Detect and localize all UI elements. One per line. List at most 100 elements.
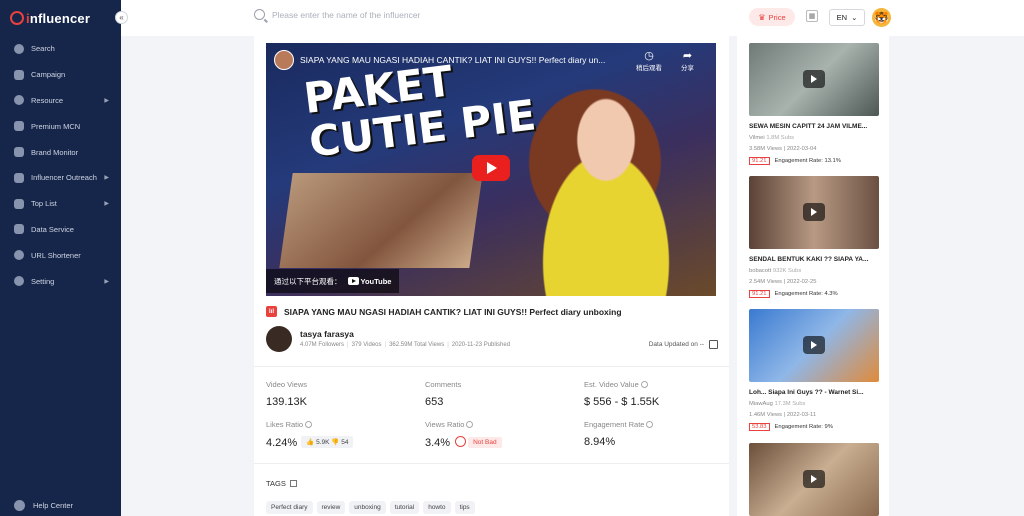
sad-face-icon bbox=[455, 436, 467, 447]
language-select[interactable]: EN ⌄ bbox=[829, 9, 865, 26]
tag-chip[interactable]: howto bbox=[423, 501, 451, 514]
share-button[interactable]: ➦ 分享 bbox=[681, 49, 694, 72]
divider bbox=[254, 463, 729, 464]
youtube-logo: YouTube bbox=[347, 277, 391, 286]
youtube-play-icon bbox=[347, 277, 359, 285]
watch-on-youtube-bar[interactable]: 通过以下平台观看： YouTube bbox=[266, 269, 400, 293]
badge-icon bbox=[14, 147, 24, 158]
tag-chip[interactable]: review bbox=[316, 501, 346, 514]
sidebar-item-brand-monitor[interactable]: Brand Monitor bbox=[0, 139, 121, 165]
related-thumbnail[interactable] bbox=[749, 443, 879, 516]
views-ratio-badge: Not Bad bbox=[468, 437, 502, 448]
related-videos: SEWA MESIN CAPITT 24 JAM VILME... Vilmei… bbox=[737, 36, 889, 516]
play-icon bbox=[803, 470, 825, 488]
stat-video-views: Video Views 139.13K bbox=[266, 380, 308, 408]
crown-icon: ♛ bbox=[758, 12, 766, 22]
related-video-card[interactable]: SEWA MESIN CAPITT 24 JAM VILME... Vilmei… bbox=[749, 43, 879, 165]
related-meta: 2.54M Views | 2022-02-25 bbox=[749, 279, 817, 285]
creator-name[interactable]: tasya farasya bbox=[300, 329, 354, 339]
divider bbox=[254, 366, 729, 367]
related-thumbnail[interactable] bbox=[749, 309, 879, 382]
sidebar-nav: Search Campaign Resource ▶ Premium MCN Br… bbox=[0, 36, 121, 294]
creator-info: tasya farasya 4.07M Followers | 379 Videos… bbox=[266, 326, 718, 354]
sidebar-item-search[interactable]: Search bbox=[0, 36, 121, 62]
play-icon bbox=[803, 336, 825, 354]
tags-section: TAGS Perfect diary review unboxing tutorial… bbox=[266, 479, 479, 514]
related-video-card[interactable]: SENDAL BENTUK KAKI ?? SIAPA YA... bobaco… bbox=[749, 176, 879, 298]
play-button[interactable] bbox=[472, 155, 510, 181]
related-channel: Vilmei 1.8M Subs bbox=[749, 135, 795, 141]
megaphone-icon bbox=[14, 172, 24, 183]
tag-chip[interactable]: Perfect diary bbox=[266, 501, 313, 514]
play-icon bbox=[803, 203, 825, 221]
price-button[interactable]: ♛ Price bbox=[749, 8, 795, 26]
chart-icon bbox=[14, 121, 24, 132]
info-icon[interactable] bbox=[466, 421, 474, 428]
sidebar-item-top-list[interactable]: Top List ▶ bbox=[0, 191, 121, 217]
sidebar-item-premium-mcn[interactable]: Premium MCN bbox=[0, 113, 121, 139]
related-thumbnail[interactable] bbox=[749, 43, 879, 116]
related-engagement: 91.21 Engagement Rate: 4.3% bbox=[749, 290, 879, 298]
share-arrow-icon: ➦ bbox=[682, 50, 693, 62]
sidebar: i nfluencer Search Campaign Resource ▶ Pre… bbox=[0, 0, 121, 516]
heart-icon bbox=[14, 95, 24, 106]
creator-meta: 4.07M Followers | 379 Videos | 362.59M Total… bbox=[300, 342, 511, 348]
video-detail-panel: PAKET CUTIE PIE SIAPA YANG MAU NGASI HAD… bbox=[254, 36, 729, 516]
sidebar-item-data-service[interactable]: Data Service bbox=[0, 217, 121, 243]
score-badge: 91.21 bbox=[749, 290, 770, 298]
search-input[interactable] bbox=[272, 9, 572, 20]
apps-grid-icon[interactable]: ▦ bbox=[806, 10, 818, 22]
sidebar-item-influencer-outreach[interactable]: Influencer Outreach ▶ bbox=[0, 165, 121, 191]
stat-est-value: Est. Video Value $ 556 - $ 1.55K bbox=[584, 380, 660, 408]
refresh-icon[interactable] bbox=[709, 340, 718, 349]
score-badge: 53.83 bbox=[749, 423, 770, 431]
search-bar bbox=[254, 9, 572, 20]
collapse-sidebar-button[interactable]: « bbox=[115, 11, 128, 24]
likes-dislikes-pill: 👍 5.9K 👎 54 bbox=[301, 436, 354, 448]
video-thumbnail-box bbox=[279, 173, 483, 268]
thumbs-down-icon: 👎 bbox=[331, 439, 340, 446]
play-icon bbox=[803, 70, 825, 88]
data-updated: Data Updated on -- bbox=[649, 340, 718, 349]
related-thumbnail[interactable] bbox=[749, 176, 879, 249]
user-avatar[interactable]: 🐯 bbox=[872, 8, 891, 27]
creator-avatar[interactable] bbox=[266, 326, 292, 352]
logo[interactable]: i nfluencer bbox=[0, 0, 121, 36]
video-title: lıl SIAPA YANG MAU NGASI HADIAH CANTIK? … bbox=[266, 306, 622, 317]
stat-comments: Comments 653 bbox=[425, 380, 462, 408]
related-video-card[interactable]: Loh... Siapa Ini Guys ?? - Warnet Si... … bbox=[749, 309, 879, 431]
related-video-card[interactable] bbox=[749, 443, 879, 516]
copy-icon[interactable] bbox=[289, 480, 297, 487]
sidebar-item-url-shortener[interactable]: URL Shortener bbox=[0, 242, 121, 268]
question-icon bbox=[14, 500, 25, 511]
link-icon bbox=[14, 250, 24, 261]
related-channel: MiawAug 17.3M Subs bbox=[749, 401, 806, 407]
related-title[interactable]: SEWA MESIN CAPITT 24 JAM VILME... bbox=[749, 123, 879, 130]
info-icon[interactable] bbox=[305, 421, 313, 428]
sidebar-item-campaign[interactable]: Campaign bbox=[0, 62, 121, 88]
tag-chip[interactable]: unboxing bbox=[349, 501, 386, 514]
watch-later-button[interactable]: ◷ 稍后观看 bbox=[636, 49, 662, 72]
chevron-down-icon: ⌄ bbox=[851, 13, 858, 22]
tag-chip[interactable]: tutorial bbox=[389, 501, 420, 514]
caret-right-icon: ▶ bbox=[104, 175, 109, 182]
help-center-link[interactable]: Help Center bbox=[14, 500, 73, 511]
sidebar-item-setting[interactable]: Setting ▶ bbox=[0, 268, 121, 294]
channel-avatar[interactable] bbox=[274, 50, 294, 70]
embed-title[interactable]: SIAPA YANG MAU NGASI HADIAH CANTIK? LIAT… bbox=[300, 55, 630, 65]
thumbs-up-icon: 👍 bbox=[306, 439, 315, 446]
related-title[interactable]: Loh... Siapa Ini Guys ?? - Warnet Si... bbox=[749, 389, 879, 396]
related-engagement: 53.83 Engagement Rate: 9% bbox=[749, 423, 879, 431]
info-icon[interactable] bbox=[646, 421, 654, 428]
sidebar-item-resource[interactable]: Resource ▶ bbox=[0, 88, 121, 114]
related-channel: bobacott 932K Subs bbox=[749, 268, 802, 274]
stat-engagement-rate: Engagement Rate 8.94% bbox=[584, 420, 654, 448]
video-player[interactable]: PAKET CUTIE PIE SIAPA YANG MAU NGASI HAD… bbox=[266, 43, 716, 296]
list-icon bbox=[14, 198, 24, 209]
related-title[interactable]: SENDAL BENTUK KAKI ?? SIAPA YA... bbox=[749, 256, 879, 263]
tag-chip[interactable]: tips bbox=[454, 501, 475, 514]
related-meta: 3.58M Views | 2022-03-04 bbox=[749, 146, 817, 152]
info-icon[interactable] bbox=[640, 381, 648, 388]
analytics-badge-icon: lıl bbox=[266, 306, 277, 317]
compass-icon bbox=[14, 43, 24, 54]
